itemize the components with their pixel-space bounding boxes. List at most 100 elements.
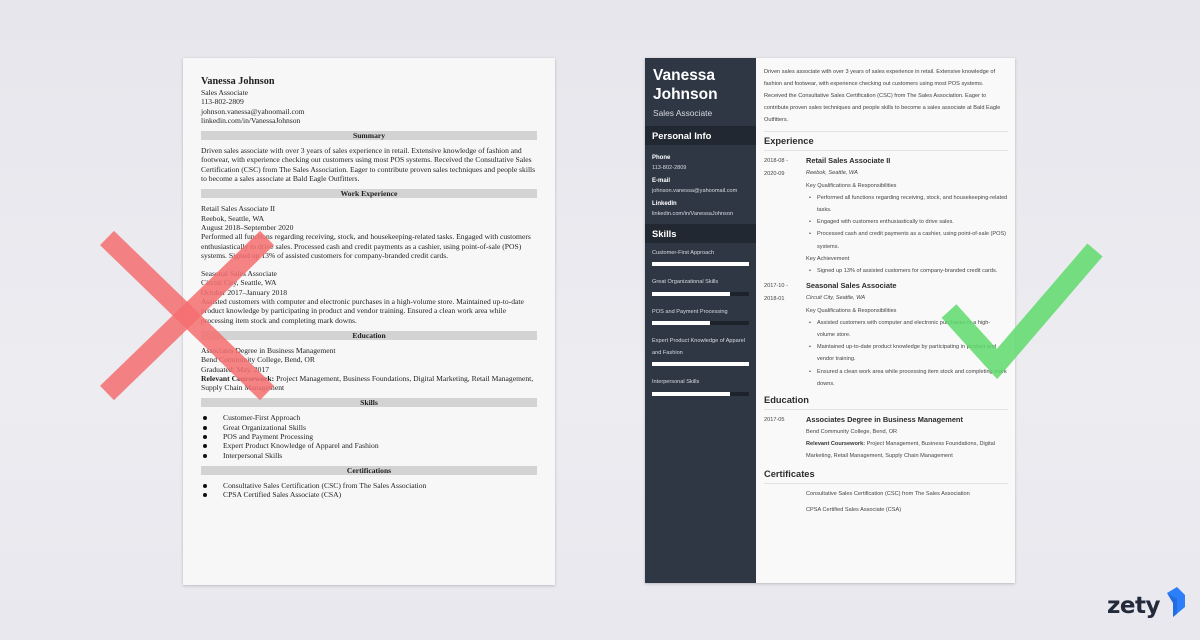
zety-logo-text: zety xyxy=(1107,593,1160,619)
job-entry: 2017-10 - 2018-01 Seasonal Sales Associa… xyxy=(764,280,1008,390)
job-bullet: Processed cash and credit payments as a … xyxy=(806,228,1008,252)
skill-level-fill xyxy=(652,291,730,296)
good-summary-text: Driven sales associate with over 3 years… xyxy=(764,66,1008,133)
bad-edu-degree: Associates Degree in Business Management xyxy=(201,345,336,355)
experience-heading: Experience xyxy=(764,133,1008,152)
bad-cert-item: Consultative Sales Certification (CSC) f… xyxy=(201,481,537,490)
skill-level-fill xyxy=(652,362,749,367)
job-qualifications-label: Key Qualifications & Responsibilities xyxy=(806,182,897,189)
education-coursework-label: Relevant Coursework: xyxy=(806,441,866,448)
bad-skills-list: Customer-First Approach Great Organizati… xyxy=(201,413,537,460)
education-heading: Education xyxy=(764,392,1008,410)
bad-job-title: Retail Sales Associate II xyxy=(201,204,276,214)
skill-item: Interpersonal Skills xyxy=(645,372,756,396)
bad-section-summary: Summary xyxy=(201,131,537,141)
good-resume-main: Driven sales associate with over 3 years… xyxy=(756,58,1015,583)
bad-job-dates: October 2017–January 2018 xyxy=(201,287,288,297)
linkedin-label: LinkedIn xyxy=(652,201,677,207)
job-achievements: Signed up 13% of assisted customers for … xyxy=(806,265,1008,277)
personal-info-heading: Personal Info xyxy=(645,126,756,145)
job-entry: 2018-08 - 2020-09 Retail Sales Associate… xyxy=(764,155,1008,277)
bad-job-entry: Seasonal Sales Associate Circuit City, S… xyxy=(201,269,537,325)
job-dates: 2018-08 - 2020-09 xyxy=(764,155,806,277)
bad-job-company: Reebok, Seattle, WA xyxy=(201,213,265,223)
education-date: 2017-05 xyxy=(764,416,785,423)
bad-certifications-list: Consultative Sales Certification (CSC) f… xyxy=(201,481,537,500)
skill-item: Great Organizational Skills xyxy=(645,272,756,296)
skill-name: Expert Product Knowledge of Apparel and … xyxy=(652,337,745,357)
email-label: E-mail xyxy=(652,178,671,184)
education-degree: Associates Degree in Business Management xyxy=(806,414,963,424)
job-bullet: Performed all functions regarding receiv… xyxy=(806,192,1008,216)
job-company: Circuit City, Seattle, WA xyxy=(806,295,866,302)
bad-skill-item: POS and Payment Processing xyxy=(201,432,537,441)
bad-skill-item: Interpersonal Skills xyxy=(201,451,537,460)
bad-skill-item: Customer-First Approach xyxy=(201,413,537,422)
skill-name: Customer-First Approach xyxy=(652,250,715,256)
job-date-end: 2020-09 xyxy=(764,170,785,177)
job-achievement: Signed up 13% of assisted customers for … xyxy=(806,265,1008,277)
job-date-start: 2017-10 - xyxy=(764,283,788,290)
skill-level-bar xyxy=(652,362,749,367)
phone-value: 113-802-2809 xyxy=(652,165,687,171)
bad-job-dates: August 2018–September 2020 xyxy=(201,222,294,232)
good-resume-title: Sales Associate xyxy=(653,108,713,118)
skill-level-fill xyxy=(652,391,730,396)
job-bullet: Ensured a clean work area while processi… xyxy=(806,366,1008,390)
personal-info-block: Phone 113-802-2809 E-mail johnson.vaness… xyxy=(645,145,756,224)
skill-level-fill xyxy=(652,320,711,325)
bad-edu-coursework: Relevant Coursework: Project Management,… xyxy=(201,374,537,393)
skill-level-bar xyxy=(652,320,749,325)
bad-job-description: Assisted customers with computer and ele… xyxy=(201,297,524,325)
bad-section-education: Education xyxy=(201,330,537,340)
good-resume-page: Vanessa Johnson Sales Associate Personal… xyxy=(645,58,1015,583)
bad-edu-graduated: Graduated: May, 2017 xyxy=(201,364,270,374)
zety-logo: zety xyxy=(1107,587,1187,627)
job-body: Retail Sales Associate II Reebok, Seattl… xyxy=(806,155,1008,277)
education-school: Bend Community College, Bend, OR xyxy=(806,428,898,435)
skill-level-bar xyxy=(652,291,749,296)
bad-section-work: Work Experience xyxy=(201,189,537,199)
good-resume-name: Vanessa Johnson xyxy=(645,58,756,104)
job-company: Reebok, Seattle, WA xyxy=(806,170,858,177)
linkedin-value: linkedin.com/in/VanessaJohnson xyxy=(652,211,734,217)
job-bullet: Maintained up-to-date product knowledge … xyxy=(806,341,1008,365)
bad-edu-coursework-label: Relevant Coursework: xyxy=(201,373,275,383)
bad-section-certifications: Certifications xyxy=(201,465,537,475)
skill-item: POS and Payment Processing xyxy=(645,302,756,325)
job-date-start: 2018-08 - xyxy=(764,158,788,165)
skill-item: Expert Product Knowledge of Apparel and … xyxy=(645,331,756,367)
education-coursework: Relevant Coursework: Project Management,… xyxy=(806,438,1008,462)
job-bullet: Engaged with customers enthusiastically … xyxy=(806,216,1008,228)
skill-item: Customer-First Approach xyxy=(645,243,756,267)
skills-list: Customer-First Approach Great Organizati… xyxy=(645,243,756,396)
bad-skill-item: Great Organizational Skills xyxy=(201,423,537,432)
job-date-end: 2018-01 xyxy=(764,295,785,302)
certificate-item: CPSA Certified Sales Associate (CSA) xyxy=(806,506,902,513)
skill-name: POS and Payment Processing xyxy=(652,308,728,315)
good-name-first: Vanessa xyxy=(653,67,716,84)
bad-resume-page: Vanessa Johnson Sales Associate 113-802-… xyxy=(183,58,555,585)
bad-resume-email: johnson.vanessa@yahoomail.com xyxy=(201,106,305,116)
skill-level-fill xyxy=(652,262,749,267)
job-bullets: Assisted customers with computer and ele… xyxy=(806,317,1008,390)
good-name-last: Johnson xyxy=(653,86,718,103)
skill-name: Great Organizational Skills xyxy=(652,279,719,286)
job-bullet: Assisted customers with computer and ele… xyxy=(806,317,1008,341)
bad-resume-phone: 113-802-2809 xyxy=(201,97,244,107)
job-qualifications-label: Key Qualifications & Responsibilities xyxy=(806,307,897,314)
phone-label: Phone xyxy=(652,155,671,161)
bad-skill-item: Expert Product Knowledge of Apparel and … xyxy=(201,441,537,450)
bad-cert-item: CPSA Certified Sales Associate (CSA) xyxy=(201,490,537,499)
zety-logo-mark-icon xyxy=(1167,587,1185,617)
bad-section-skills: Skills xyxy=(201,398,537,408)
job-title: Seasonal Sales Associate xyxy=(806,281,897,291)
job-body: Seasonal Sales Associate Circuit City, S… xyxy=(806,280,1008,390)
skills-heading: Skills xyxy=(645,224,756,243)
bad-edu-school: Bend Community College, Bend, OR xyxy=(201,355,315,365)
skill-level-bar xyxy=(652,391,749,396)
certificates-heading: Certificates xyxy=(764,466,1008,484)
skill-name: Interpersonal Skills xyxy=(652,379,700,386)
bad-job-title: Seasonal Sales Associate xyxy=(201,269,277,279)
good-resume-sidebar: Vanessa Johnson Sales Associate Personal… xyxy=(645,58,756,583)
